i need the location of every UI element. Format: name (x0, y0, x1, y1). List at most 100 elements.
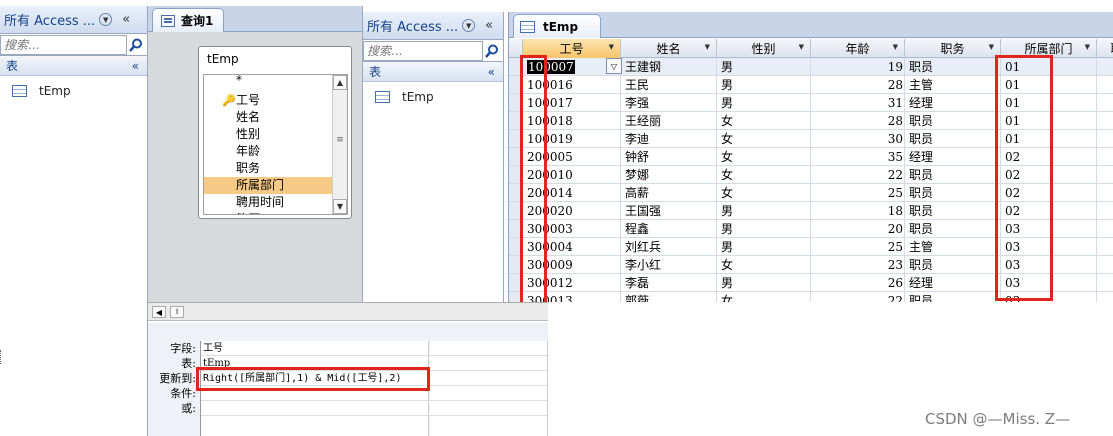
filter-dropdown-icon[interactable]: ▼ (1085, 43, 1090, 51)
table-cell[interactable] (1097, 58, 1113, 76)
table-cell[interactable] (1097, 220, 1113, 238)
filter-dropdown-icon[interactable]: ▼ (705, 43, 710, 51)
table-cell[interactable] (1097, 184, 1113, 202)
table-cell[interactable]: 程鑫 (621, 220, 717, 238)
table-cell[interactable]: 男 (717, 274, 811, 292)
table-cell[interactable]: 职员 (905, 166, 1001, 184)
table-cell[interactable]: 女 (717, 184, 811, 202)
table-cell[interactable]: 梦娜 (621, 166, 717, 184)
table-cell[interactable]: 26 (811, 274, 905, 292)
table-cell[interactable]: 20 (811, 220, 905, 238)
chevron-down-icon[interactable]: ▽ (606, 58, 622, 74)
table-cell[interactable]: 19 (811, 58, 905, 76)
table-cell[interactable]: 女 (717, 166, 811, 184)
table-cell[interactable]: 22 (811, 292, 905, 302)
collapse-up-icon[interactable]: « (132, 59, 139, 73)
table-cell[interactable]: 22 (811, 166, 905, 184)
table-cell[interactable]: 35 (811, 148, 905, 166)
field-list-item[interactable]: 聘用时间 (204, 194, 332, 211)
nav-item-temp-2[interactable]: tEmp (363, 82, 503, 112)
nav-search-input[interactable] (0, 34, 127, 55)
table-cell[interactable] (1097, 292, 1113, 302)
field-list-item[interactable]: 简历 (204, 211, 332, 214)
tab-query1[interactable]: 查询1 (152, 8, 225, 32)
field-list-scrollbar[interactable]: ▲ ≡ ▼ (332, 75, 347, 214)
table-cell[interactable]: 职员 (905, 130, 1001, 148)
table-cell[interactable]: 男 (717, 220, 811, 238)
field-list-window[interactable]: tEmp *🔑工号姓名性别年龄职务所属部门聘用时间简历 ▲ ≡ ▼ (198, 46, 352, 219)
nav-group-tables-2[interactable]: 表 « (363, 62, 503, 82)
table-cell[interactable]: 李小红 (621, 256, 717, 274)
field-list-title[interactable]: tEmp (199, 47, 351, 71)
table-cell[interactable] (1097, 130, 1113, 148)
table-cell[interactable] (1097, 94, 1113, 112)
table-cell[interactable]: 王民 (621, 76, 717, 94)
table-cell[interactable]: 男 (717, 202, 811, 220)
table-cell[interactable]: 郭薇 (621, 292, 717, 302)
table-cell[interactable]: 女 (717, 130, 811, 148)
table-cell[interactable]: 23 (811, 256, 905, 274)
field-list-item[interactable]: 职务 (204, 160, 332, 177)
table-cell[interactable] (1097, 274, 1113, 292)
scroll-thumb[interactable]: ⦀ (170, 306, 184, 318)
column-header[interactable]: 性别 ▼ (717, 39, 811, 58)
chevron-down-icon[interactable]: ▼ (99, 13, 113, 26)
scroll-up-icon[interactable]: ▲ (333, 75, 347, 90)
field-list-item[interactable]: 🔑 工号 (204, 92, 332, 109)
table-cell[interactable]: 王国强 (621, 202, 717, 220)
field-list-item[interactable]: 姓名 (204, 109, 332, 126)
table-cell[interactable]: 女 (717, 112, 811, 130)
table-cell[interactable]: 女 (717, 256, 811, 274)
table-cell[interactable] (1097, 76, 1113, 94)
table-cell[interactable]: 女 (717, 292, 811, 302)
filter-dropdown-icon[interactable]: ▼ (989, 43, 994, 51)
table-cell[interactable] (1097, 166, 1113, 184)
table-cell[interactable]: 职员 (905, 58, 1001, 76)
table-cell[interactable]: 主管 (905, 76, 1001, 94)
table-cell[interactable]: 李磊 (621, 274, 717, 292)
chevron-down-icon[interactable]: ▼ (462, 19, 476, 32)
filter-dropdown-icon[interactable]: ▼ (799, 43, 804, 51)
field-list-item[interactable]: 所属部门 (204, 177, 332, 194)
collapse-icon[interactable]: « (122, 12, 130, 27)
table-cell[interactable]: 18 (811, 202, 905, 220)
field-list-item[interactable]: 性别 (204, 126, 332, 143)
splitter-handle[interactable] (0, 350, 4, 364)
empty-cell[interactable] (430, 386, 547, 401)
table-cell[interactable] (1097, 238, 1113, 256)
search-icon[interactable] (483, 41, 501, 61)
table-cell[interactable]: 职员 (905, 112, 1001, 130)
filter-dropdown-icon[interactable]: ▼ (893, 43, 898, 51)
tab-temp[interactable]: tEmp (513, 14, 602, 38)
table-cell[interactable]: 钟舒 (621, 148, 717, 166)
column-header[interactable]: 姓名 ▼ (621, 39, 717, 58)
table-cell[interactable]: 高薪 (621, 184, 717, 202)
empty-cell[interactable] (430, 401, 547, 416)
empty-cell[interactable] (430, 341, 547, 356)
table-cell[interactable]: 职员 (905, 184, 1001, 202)
table-cell[interactable]: 31 (811, 94, 905, 112)
table-cell[interactable] (1097, 202, 1113, 220)
table-cell[interactable] (1097, 256, 1113, 274)
table-cell[interactable]: 王经丽 (621, 112, 717, 130)
empty-cell[interactable] (430, 371, 547, 386)
table-cell[interactable]: 主管 (905, 238, 1001, 256)
table-cell[interactable]: 经理 (905, 94, 1001, 112)
table-cell[interactable]: 职员 (905, 256, 1001, 274)
nav-pane-header[interactable]: 所有 Access ... ▼ « (0, 6, 147, 34)
table-cell[interactable] (1097, 148, 1113, 166)
table-cell[interactable]: 职员 (905, 220, 1001, 238)
column-header[interactable]: 职务 ▼ (905, 39, 1001, 58)
table-cell[interactable]: 王建钢 (621, 58, 717, 76)
table-cell[interactable]: 25 (811, 184, 905, 202)
horizontal-scrollbar[interactable]: ◀ ⦀ (148, 303, 548, 321)
column-header[interactable]: 聘 (1097, 39, 1113, 58)
table-cell[interactable] (1097, 112, 1113, 130)
table-cell[interactable]: 职员 (905, 202, 1001, 220)
table-cell[interactable]: 李强 (621, 94, 717, 112)
nav-item-temp[interactable]: tEmp (0, 76, 147, 106)
table-cell[interactable]: 经理 (905, 148, 1001, 166)
field-list-item[interactable]: 年龄 (204, 143, 332, 160)
table-cell[interactable]: 男 (717, 238, 811, 256)
filter-dropdown-icon[interactable]: ▼ (609, 43, 614, 51)
